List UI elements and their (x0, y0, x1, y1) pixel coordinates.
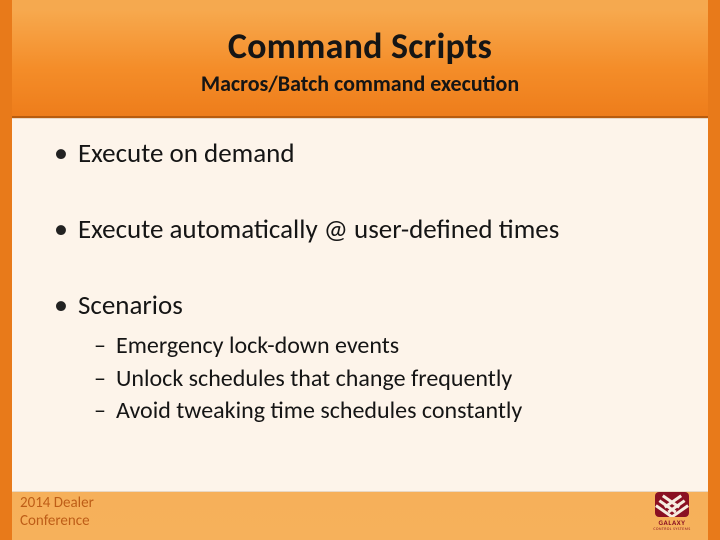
footer-text: 2014 Dealer Conference (20, 494, 94, 530)
galaxy-logo: GALAXY CONTROL SYSTEMS (644, 492, 700, 532)
title-block: Command Scripts Macros/Batch command exe… (12, 10, 708, 118)
slide-title: Command Scripts (12, 24, 708, 68)
bullet-item: Execute automatically @ user-defined tim… (54, 213, 678, 247)
bullet-item: Scenarios Emergency lock-down events Unl… (54, 289, 678, 428)
sub-bullet-list: Emergency lock-down events Unlock schedu… (94, 330, 678, 427)
galaxy-logo-subtext: CONTROL SYSTEMS (653, 527, 690, 532)
bullet-item: Execute on demand (54, 137, 678, 171)
footer-line-2: Conference (20, 512, 94, 530)
sub-bullet-text: Emergency lock-down events (116, 331, 399, 360)
sub-bullet-text: Avoid tweaking time schedules constantly (116, 396, 522, 425)
galaxy-logo-icon (655, 492, 689, 517)
footer-line-1: 2014 Dealer (20, 494, 94, 512)
galaxy-logo-text: GALAXY (659, 518, 686, 527)
bullet-text: Scenarios (78, 289, 183, 322)
content-area: Execute on demand Execute automatically … (12, 118, 708, 492)
sub-bullet-text: Unlock schedules that change frequently (116, 364, 512, 393)
sub-bullet-item: Unlock schedules that change frequently (94, 363, 678, 395)
bullet-list: Execute on demand Execute automatically … (54, 137, 678, 427)
bullet-text: Execute automatically @ user-defined tim… (78, 213, 559, 246)
slide: Command Scripts Macros/Batch command exe… (0, 0, 720, 540)
sub-bullet-item: Avoid tweaking time schedules constantly (94, 395, 678, 427)
bullet-text: Execute on demand (78, 137, 295, 170)
slide-subtitle: Macros/Batch command execution (12, 70, 708, 97)
sub-bullet-item: Emergency lock-down events (94, 330, 678, 362)
